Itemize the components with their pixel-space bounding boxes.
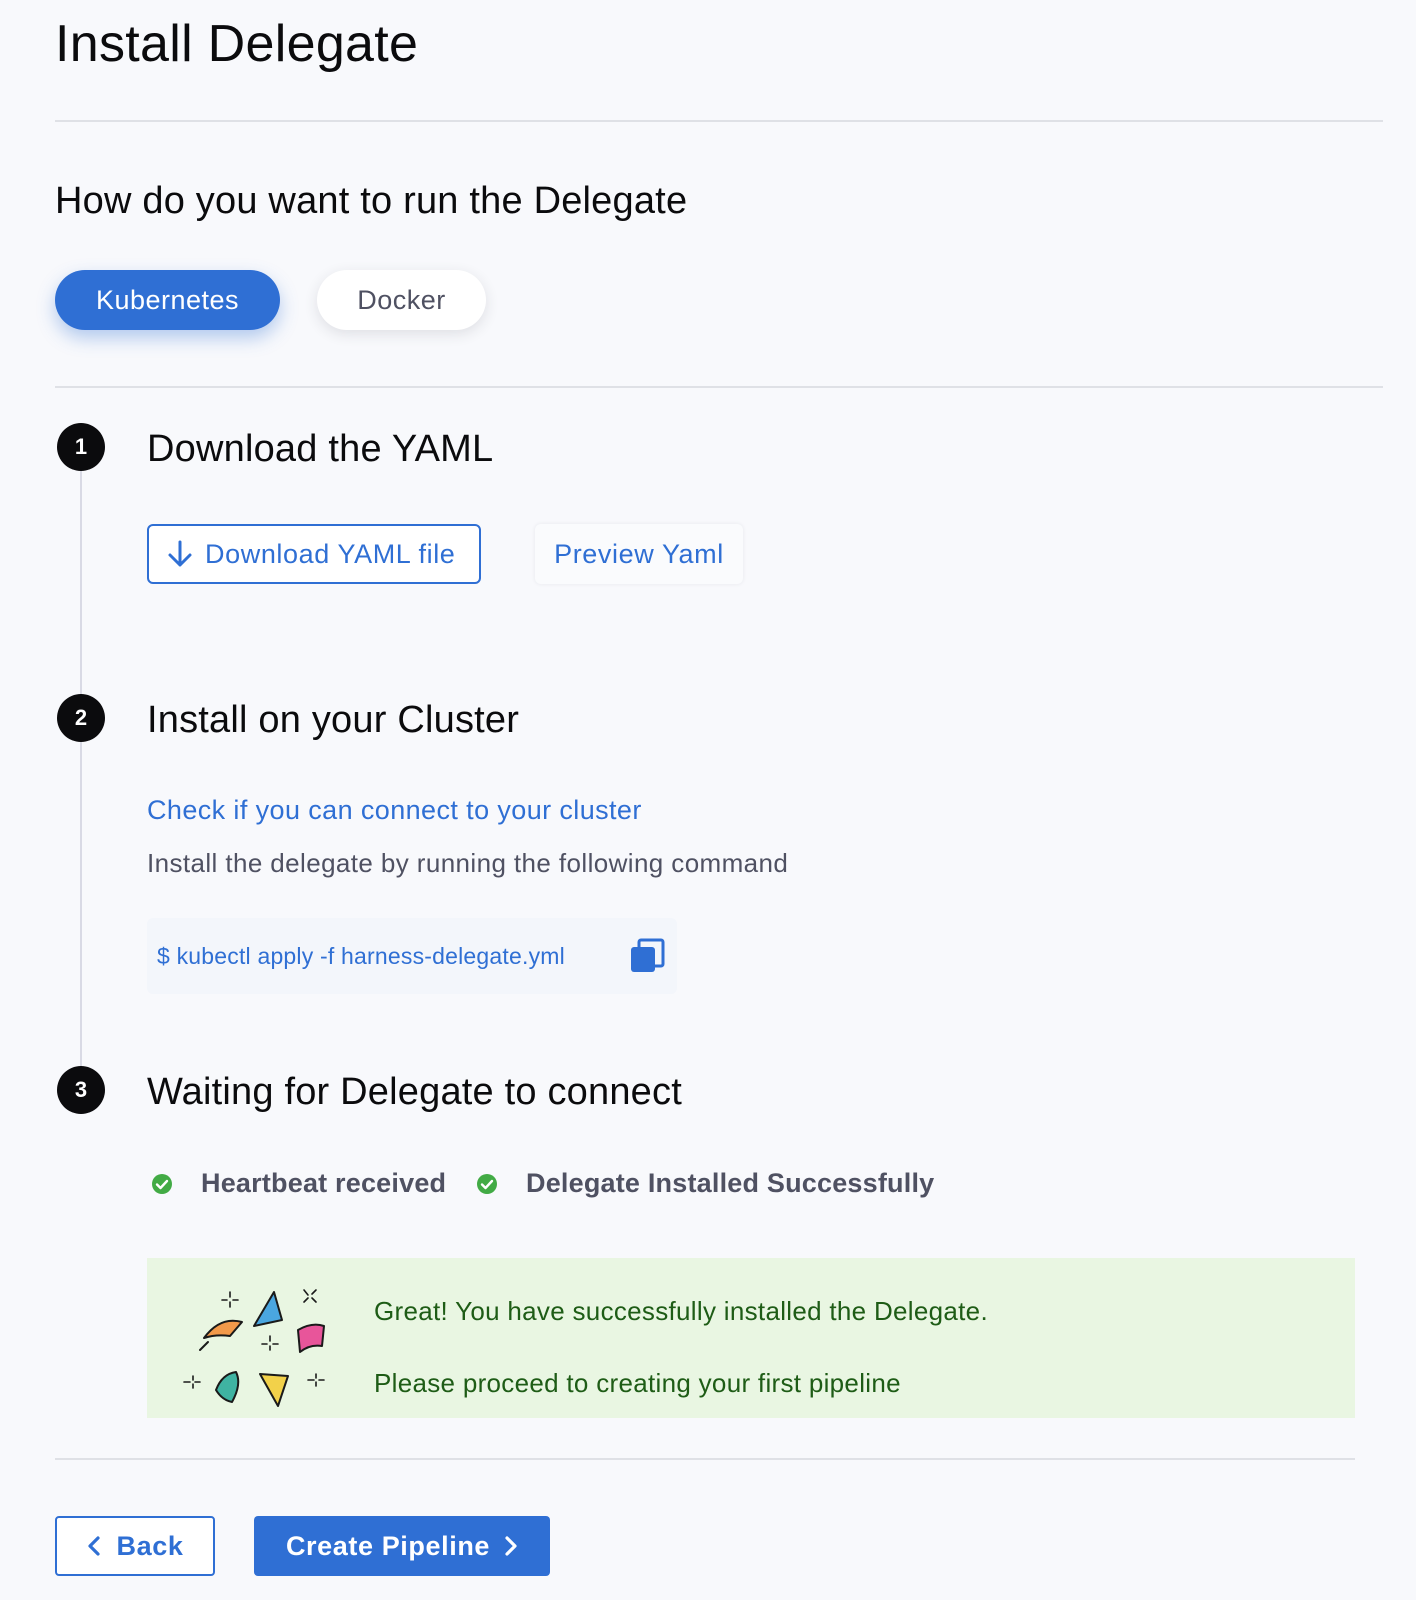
- run-mode-question: How do you want to run the Delegate: [55, 180, 688, 222]
- chevron-left-icon: [87, 1536, 100, 1556]
- page-title: Install Delegate: [55, 15, 419, 73]
- timeline-connector: [80, 470, 82, 700]
- install-instruction-text: Install the delegate by running the foll…: [147, 848, 789, 878]
- success-message-line1: Great! You have successfully installed t…: [374, 1296, 988, 1326]
- section-divider: [55, 386, 1383, 388]
- create-pipeline-button[interactable]: Create Pipeline: [254, 1516, 550, 1576]
- install-command-text: $ kubectl apply -f harness-delegate.yml: [157, 942, 565, 969]
- success-message-line2: Please proceed to creating your first pi…: [374, 1368, 901, 1398]
- step-title-download-yaml: Download the YAML: [147, 428, 494, 470]
- step-title-install-cluster: Install on your Cluster: [147, 699, 520, 741]
- docker-option-button[interactable]: Docker: [317, 270, 486, 330]
- step-number-2: 2: [57, 694, 105, 742]
- status-installed: Delegate Installed Successfully: [476, 1168, 934, 1199]
- arrow-down-icon: [168, 540, 192, 567]
- preview-yaml-button[interactable]: Preview Yaml: [535, 524, 743, 584]
- create-pipeline-label: Create Pipeline: [285, 1530, 491, 1561]
- footer-divider: [55, 1458, 1355, 1460]
- step-number-3: 3: [57, 1066, 105, 1114]
- installed-status-label: Delegate Installed Successfully: [526, 1168, 935, 1198]
- step-number-1: 1: [57, 423, 105, 471]
- heartbeat-status-label: Heartbeat received: [201, 1168, 447, 1198]
- title-divider: [55, 120, 1383, 122]
- back-button-label: Back: [116, 1530, 184, 1561]
- chevron-right-icon: [505, 1536, 517, 1556]
- kubernetes-option-button[interactable]: Kubernetes: [55, 270, 280, 330]
- success-banner: Great! You have successfully installed t…: [147, 1258, 1355, 1418]
- status-heartbeat: Heartbeat received: [151, 1168, 446, 1199]
- check-circle-icon: [152, 1173, 172, 1194]
- download-yaml-label: Download YAML file: [205, 538, 456, 569]
- download-yaml-button[interactable]: Download YAML file: [147, 524, 481, 584]
- step-title-waiting-connect: Waiting for Delegate to connect: [147, 1071, 682, 1113]
- command-box: $ kubectl apply -f harness-delegate.yml: [147, 918, 677, 994]
- timeline-connector: [80, 740, 82, 1070]
- confetti-illustration: [183, 1289, 325, 1407]
- check-cluster-connection-link[interactable]: Check if you can connect to your cluster: [147, 795, 642, 826]
- copy-icon[interactable]: [629, 938, 665, 974]
- check-circle-icon: [477, 1173, 497, 1194]
- back-button[interactable]: Back: [55, 1516, 215, 1576]
